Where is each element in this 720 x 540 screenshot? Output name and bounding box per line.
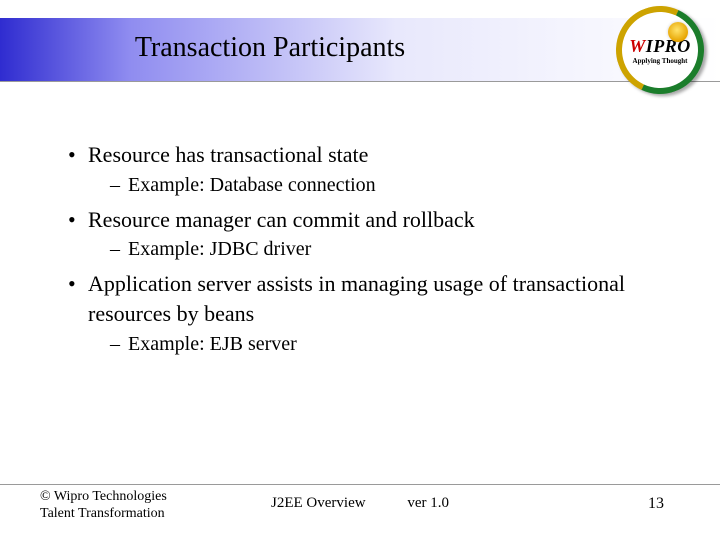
footer-center: J2EE Overview ver 1.0 (0, 495, 720, 512)
sun-icon (668, 22, 688, 42)
footer-page-number: 13 (648, 495, 664, 513)
sub-bullet-text: Example: JDBC driver (128, 238, 311, 260)
sub-bullet-item: Example: JDBC driver (88, 236, 680, 263)
title-bar: Transaction Participants (0, 18, 720, 82)
bullet-text: Resource manager can commit and rollback (88, 207, 475, 232)
slide-body: Resource has transactional state Example… (64, 140, 680, 364)
logo-tagline: Applying Thought (633, 57, 688, 65)
sub-bullet-text: Example: EJB server (128, 333, 297, 355)
bullet-text: Resource has transactional state (88, 142, 368, 167)
slide: Transaction Participants WIPRO Applying … (0, 0, 720, 540)
footer-version: ver 1.0 (407, 495, 449, 512)
bullet-text: Application server assists in managing u… (88, 271, 625, 326)
bullet-item: Resource has transactional state Example… (64, 140, 680, 199)
sub-bullet-item: Example: Database connection (88, 172, 680, 199)
slide-title: Transaction Participants (0, 32, 540, 64)
footer-deck-title: J2EE Overview (271, 495, 366, 511)
logo-inner: WIPRO Applying Thought (626, 16, 694, 84)
bullet-item: Resource manager can commit and rollback… (64, 205, 680, 264)
bullet-item: Application server assists in managing u… (64, 269, 680, 357)
brand-logo: WIPRO Applying Thought (616, 6, 704, 94)
sub-bullet-item: Example: EJB server (88, 331, 680, 358)
sub-bullet-text: Example: Database connection (128, 174, 376, 196)
slide-footer: © Wipro Technologies Talent Transformati… (0, 484, 720, 526)
